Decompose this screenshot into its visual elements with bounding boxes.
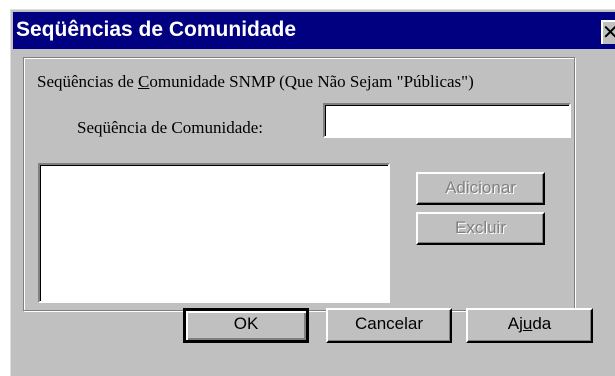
title-bar[interactable]: Seqüências de Comunidade ✕: [13, 12, 615, 49]
community-strings-list[interactable]: [38, 163, 390, 303]
group-title: Seqüências de Comunidade SNMP (Que Não S…: [37, 72, 474, 92]
help-label-suffix: da: [532, 314, 552, 333]
help-button[interactable]: Ajuda: [466, 308, 593, 343]
close-icon: ✕: [603, 22, 615, 42]
community-string-input[interactable]: [323, 103, 571, 138]
cancel-button[interactable]: Cancelar: [326, 308, 452, 343]
community-string-label: Seqüência de Comunidade:: [77, 118, 264, 137]
close-button[interactable]: ✕: [601, 20, 615, 44]
group-title-suffix: omunidade SNMP (Que Não Sejam "Públicas"…: [149, 72, 474, 91]
dialog-title: Seqüências de Comunidade: [16, 18, 297, 41]
help-label-prefix: Aj: [507, 314, 523, 333]
remove-button[interactable]: Excluir: [416, 212, 545, 245]
help-label-accelerator: u: [522, 314, 533, 333]
group-title-accelerator: C: [138, 72, 150, 91]
add-button[interactable]: Adicionar: [416, 172, 545, 205]
group-title-prefix: Seqüências de: [37, 72, 139, 91]
ok-button[interactable]: OK: [183, 308, 309, 343]
